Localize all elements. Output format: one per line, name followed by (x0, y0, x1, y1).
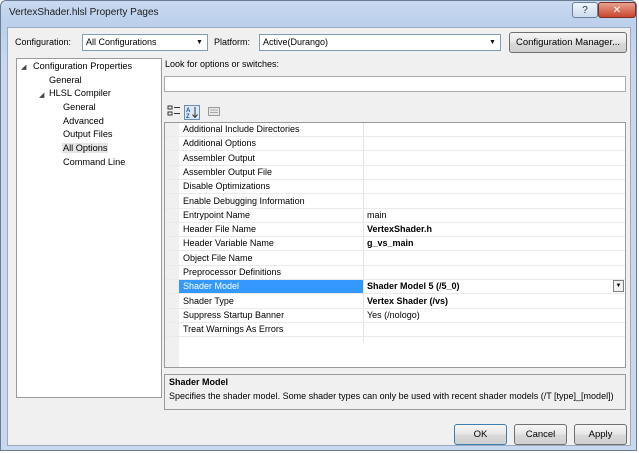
cancel-button[interactable]: Cancel (514, 424, 567, 445)
search-label: Look for options or switches: (165, 59, 280, 69)
chevron-down-icon: ▼ (489, 39, 496, 46)
tree-item-hlsl-compiler[interactable]: HLSL Compiler (49, 88, 111, 98)
property-value[interactable]: main (367, 210, 607, 220)
alphabetical-sort-icon[interactable]: AZ (184, 105, 200, 120)
close-icon: ✕ (612, 5, 622, 16)
property-grid[interactable]: Additional Include Directories Additional… (164, 122, 626, 368)
property-row[interactable]: Additional Include Directories (165, 123, 625, 137)
property-row[interactable]: Shader Model Shader Model 5 (/5_0) ▼ (165, 280, 625, 295)
property-row[interactable]: Assembler Output File (165, 166, 625, 180)
configuration-dropdown[interactable]: All Configurations ▼ (82, 34, 208, 51)
expanded-arrow-icon[interactable]: ◢ (39, 91, 44, 99)
property-row[interactable]: Additional Options (165, 137, 625, 152)
description-text: Specifies the shader model. Some shader … (169, 391, 614, 401)
configuration-manager-button[interactable]: Configuration Manager... (509, 32, 627, 53)
configuration-value: All Configurations (86, 37, 157, 47)
property-name: Object File Name (183, 252, 253, 263)
property-row[interactable]: Disable Optimizations (165, 180, 625, 195)
property-name: Enable Debugging Information (183, 195, 305, 206)
property-value[interactable]: VertexShader.h (367, 224, 607, 234)
tree-item-command-line[interactable]: Command Line (63, 157, 125, 167)
tree-item-output-files[interactable]: Output Files (63, 129, 113, 139)
platform-dropdown[interactable]: Active(Durango) ▼ (259, 34, 501, 51)
tree-item-all-options[interactable]: All Options (62, 143, 109, 153)
property-name: Shader Model (183, 281, 240, 292)
property-pages-icon[interactable] (206, 105, 222, 120)
property-name: Assembler Output File (183, 166, 273, 177)
platform-label: Platform: (214, 37, 251, 47)
property-name: Disable Optimizations (183, 181, 271, 192)
configuration-label: Configuration: (15, 37, 72, 47)
property-row[interactable]: Assembler Output (165, 152, 625, 166)
property-name: Header Variable Name (183, 238, 274, 249)
property-row[interactable]: Preprocessor Definitions (165, 266, 625, 280)
svg-text:Z: Z (186, 114, 190, 119)
property-name: Additional Include Directories (183, 124, 300, 134)
apply-button[interactable]: Apply (574, 424, 627, 445)
property-name: Additional Options (183, 138, 257, 149)
property-name: Preprocessor Definitions (183, 267, 282, 277)
dialog-client: Configuration: All Configurations ▼ Plat… (7, 27, 631, 446)
window-title: VertexShader.hlsl Property Pages (9, 7, 159, 18)
property-row[interactable]: Shader Type Vertex Shader (/vs) (165, 295, 625, 309)
ok-button[interactable]: OK (454, 424, 507, 445)
property-row[interactable]: Enable Debugging Information (165, 195, 625, 209)
property-row[interactable]: Header Variable Name g_vs_main (165, 237, 625, 252)
property-row[interactable]: Suppress Startup Banner Yes (/nologo) (165, 309, 625, 323)
property-row[interactable]: Entrypoint Name main (165, 209, 625, 223)
property-value[interactable]: g_vs_main (367, 238, 607, 248)
property-name: Entrypoint Name (183, 209, 251, 220)
tree-item-general[interactable]: General (49, 75, 82, 85)
help-icon: ? (582, 5, 588, 16)
property-name: Header File Name (183, 224, 257, 235)
value-dropdown-icon[interactable]: ▼ (613, 280, 624, 293)
property-value[interactable]: Yes (/nologo) (367, 310, 607, 320)
expanded-arrow-icon[interactable]: ◢ (21, 63, 26, 71)
property-row[interactable]: Object File Name (165, 252, 625, 266)
description-title: Shader Model (169, 377, 229, 387)
property-row[interactable]: Treat Warnings As Errors (165, 323, 625, 338)
background-blur (219, 1, 339, 19)
help-button[interactable]: ? (572, 2, 598, 18)
chevron-down-icon: ▼ (196, 39, 203, 46)
property-row[interactable]: Header File Name VertexShader.h (165, 223, 625, 238)
property-name: Assembler Output (183, 152, 256, 163)
property-tree[interactable]: ◢ Configuration Properties General ◢ HLS… (16, 58, 162, 398)
tree-item-configuration-properties[interactable]: Configuration Properties (33, 61, 132, 71)
property-name: Suppress Startup Banner (183, 309, 285, 320)
property-name: Shader Type (183, 295, 234, 306)
tree-item-hlsl-general[interactable]: General (63, 102, 96, 112)
description-panel: Shader Model Specifies the shader model.… (164, 374, 626, 410)
close-button[interactable]: ✕ (598, 2, 636, 18)
categorized-view-icon[interactable] (166, 105, 182, 120)
platform-value: Active(Durango) (263, 37, 329, 47)
property-value[interactable]: Vertex Shader (/vs) (367, 296, 607, 306)
property-value[interactable]: Shader Model 5 (/5_0) (367, 281, 607, 291)
property-name: Treat Warnings As Errors (183, 324, 284, 335)
search-input[interactable] (164, 76, 626, 92)
dialog-window: VertexShader.hlsl Property Pages ? ✕ Con… (0, 0, 637, 451)
tree-item-advanced[interactable]: Advanced (63, 116, 104, 126)
title-bar[interactable]: VertexShader.hlsl Property Pages ? ✕ (1, 1, 636, 23)
